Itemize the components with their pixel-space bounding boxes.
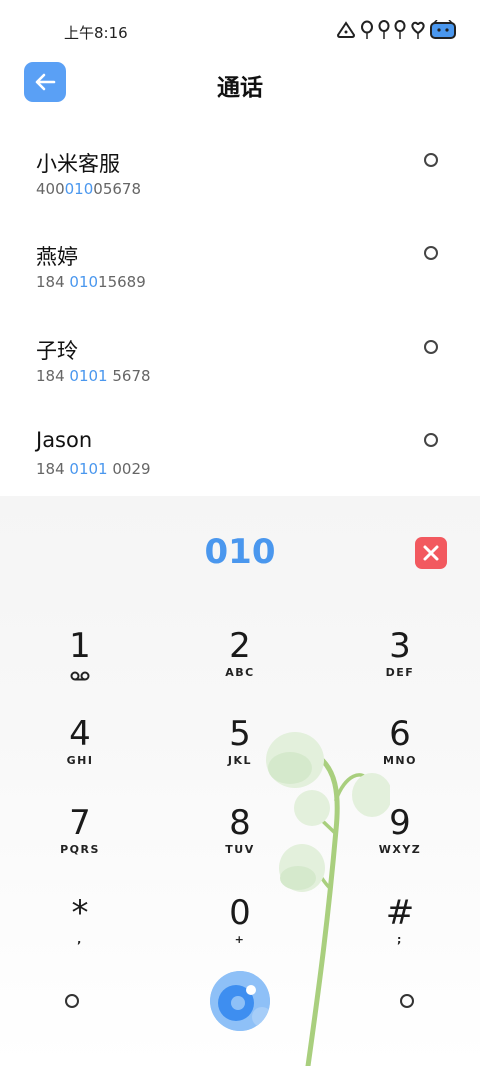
- notification-icon: [336, 21, 356, 38]
- contact-name: Jason: [36, 428, 93, 452]
- header: 通话: [0, 60, 480, 106]
- key-8[interactable]: 8 TUV: [180, 803, 300, 883]
- key-5[interactable]: 5 JKL: [180, 714, 300, 794]
- key-digit: 2: [229, 626, 251, 666]
- key-digit: 0: [229, 893, 251, 933]
- key-9[interactable]: 9 WXYZ: [340, 803, 460, 883]
- page-title: 通话: [217, 75, 263, 101]
- contact-name: 小米客服: [36, 152, 120, 176]
- key-letters: WXYZ: [378, 843, 422, 856]
- dialed-number: 010: [204, 532, 276, 572]
- contact-number: 40001005678: [36, 180, 141, 198]
- status-icons: [336, 20, 456, 40]
- radio-icon[interactable]: [424, 246, 438, 260]
- key-digit: 5: [229, 714, 251, 754]
- key-letters: PQRS: [60, 843, 100, 856]
- key-hash[interactable]: # ;: [340, 893, 460, 973]
- key-digit: 7: [69, 803, 91, 843]
- key-letters: ABC: [225, 666, 255, 679]
- contact-name: 子玲: [36, 339, 78, 363]
- key-digit: 3: [389, 626, 411, 666]
- key-digit: *: [71, 893, 89, 933]
- key-1[interactable]: 1: [20, 626, 140, 706]
- key-4[interactable]: 4 GHI: [20, 714, 140, 794]
- contact-row[interactable]: 小米客服 40001005678: [0, 148, 480, 238]
- key-7[interactable]: 7 PQRS: [20, 803, 140, 883]
- balloon-icon: [378, 20, 390, 39]
- contact-number: 184 0101 0029: [36, 460, 151, 478]
- key-0[interactable]: 0 +: [180, 893, 300, 973]
- menu-button[interactable]: [65, 994, 79, 1008]
- key-digit: 6: [389, 714, 411, 754]
- status-time: 上午8:16: [64, 24, 128, 42]
- key-6[interactable]: 6 MNO: [340, 714, 460, 794]
- radio-icon[interactable]: [424, 433, 438, 447]
- contact-row[interactable]: 燕婷 184 01015689: [0, 241, 480, 331]
- contact-name: 燕婷: [36, 245, 78, 269]
- status-bar: 上午8:16: [0, 0, 480, 60]
- key-digit: 9: [389, 803, 411, 843]
- call-button[interactable]: [210, 971, 270, 1031]
- key-3[interactable]: 3 DEF: [340, 626, 460, 706]
- key-letters: ;: [397, 933, 403, 946]
- key-2[interactable]: 2 ABC: [180, 626, 300, 706]
- key-letters: JKL: [227, 754, 253, 767]
- key-digit: 1: [69, 626, 91, 666]
- more-button[interactable]: [400, 994, 414, 1008]
- key-letters: +: [234, 933, 246, 946]
- key-letters: MNO: [382, 754, 417, 767]
- balloon-icon: [394, 20, 406, 39]
- key-digit: 4: [69, 714, 91, 754]
- key-digit: 8: [229, 803, 251, 843]
- contact-number: 184 0101 5678: [36, 367, 151, 385]
- battery-face-icon: [430, 20, 456, 39]
- radio-icon[interactable]: [424, 153, 438, 167]
- key-star[interactable]: * ,: [20, 893, 140, 973]
- delete-button[interactable]: [415, 537, 447, 569]
- heart-balloon-icon: [411, 21, 425, 39]
- key-letters: TUV: [225, 843, 255, 856]
- contact-row[interactable]: 子玲 184 0101 5678: [0, 335, 480, 425]
- key-letters: ,: [77, 933, 83, 946]
- close-icon: [423, 545, 439, 561]
- key-letters: GHI: [66, 754, 94, 767]
- contact-number: 184 01015689: [36, 273, 146, 291]
- balloon-icon: [361, 20, 373, 39]
- key-digit: #: [385, 893, 415, 933]
- voicemail-icon: [70, 671, 90, 681]
- call-icon: [210, 971, 270, 1031]
- key-letters: DEF: [385, 666, 415, 679]
- radio-icon[interactable]: [424, 340, 438, 354]
